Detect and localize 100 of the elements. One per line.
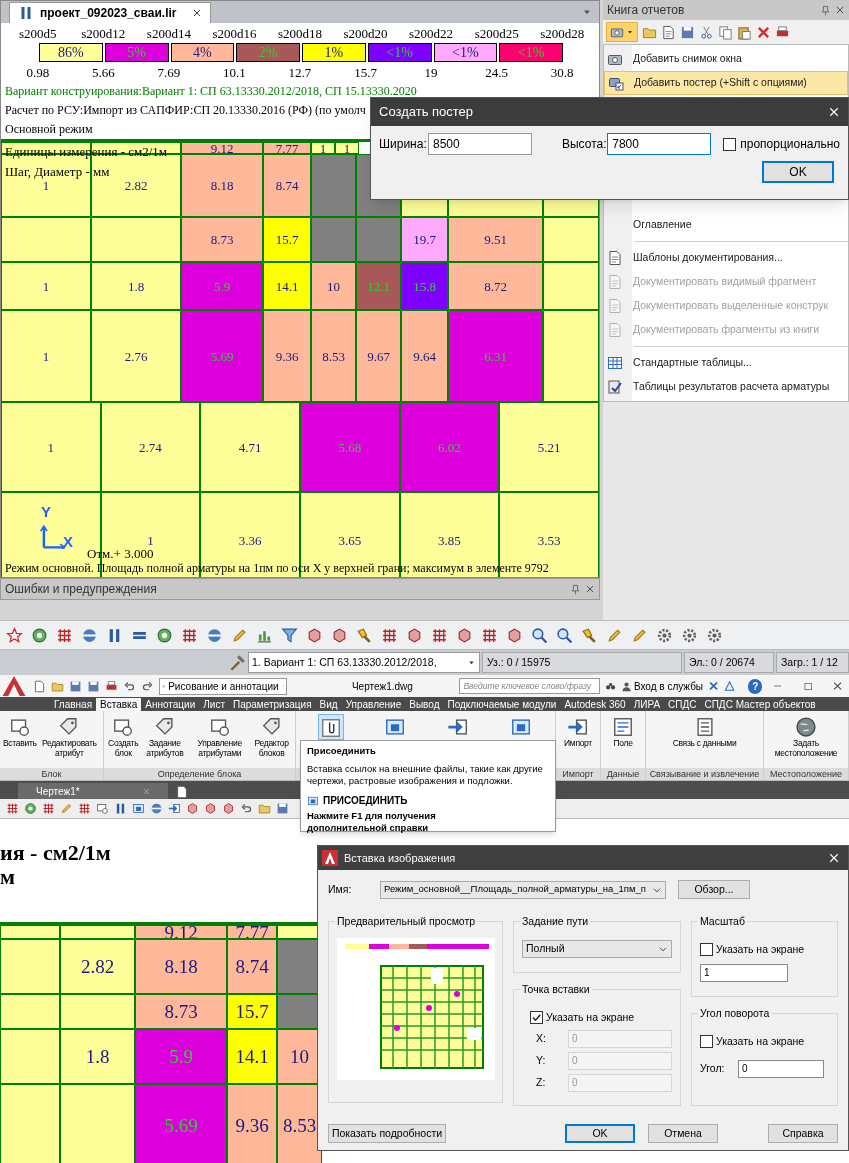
pin-icon[interactable] [570,583,581,595]
ribbon-tab[interactable]: Лист [199,698,229,711]
grid-icon[interactable] [78,802,91,815]
ribbon-tab[interactable]: Вставка [96,698,142,711]
search-field[interactable]: Введите ключевое слово/фразу [459,678,600,694]
menu-item[interactable]: Оглавление [604,213,848,237]
clipboard-icon[interactable] [737,24,752,40]
cancel-button[interactable]: Отмена [648,1124,718,1143]
document-icon[interactable] [661,24,676,40]
ribbon-button[interactable]: Задание атрибутов [140,714,190,758]
input-field[interactable]: 0 [738,1059,824,1078]
ribbon-button[interactable]: Редактор блоков [250,714,293,758]
flashlight-icon[interactable] [356,626,373,644]
redo-icon[interactable] [140,679,154,693]
menu-item[interactable]: Таблицы результатов расчета арматуры [604,375,848,399]
cube-icon[interactable] [186,802,199,815]
ribbon-button[interactable]: Поле [611,714,635,748]
binoculars-icon[interactable] [604,680,616,692]
browse-button[interactable]: Обзор... [678,880,750,899]
ribbon-button[interactable]: Связь с данными [671,714,738,748]
ribbon-button[interactable] [317,714,344,740]
cube-icon[interactable] [222,802,235,815]
target-icon[interactable] [31,626,48,644]
undo-icon[interactable] [240,802,253,815]
grid-icon[interactable] [56,626,73,644]
close-icon[interactable] [585,584,595,594]
cube-icon[interactable] [506,626,523,644]
new-document-icon[interactable] [32,679,46,693]
number-field[interactable]: 8500 [428,133,532,155]
ribbon-button[interactable]: Создать блок [106,714,141,758]
pencil-icon[interactable] [231,626,248,644]
grid-icon[interactable] [431,626,448,644]
menu-item[interactable]: Шаблоны документирования... [604,246,848,270]
checkbox[interactable] [700,943,713,957]
maximize-icon[interactable] [802,680,813,692]
flashlight-icon[interactable] [581,626,598,644]
image-frame-icon[interactable] [132,802,145,815]
checkbox[interactable] [723,137,737,151]
checkbox[interactable] [530,1011,543,1025]
workspace-dropdown[interactable]: Рисование и аннотации [158,677,287,695]
menu-item[interactable]: Добавить снимок окна [604,47,848,71]
close-icon[interactable] [835,5,845,15]
triangle-icon[interactable] [724,680,736,692]
pencil-icon[interactable] [631,626,648,644]
ribbon-tab[interactable]: Аннотации [141,698,200,711]
close-icon[interactable] [831,680,843,692]
name-dropdown[interactable]: Режим_основной__Площадь_полной_арматуры_на_1пм_п [380,880,666,899]
ribbon-button[interactable]: Редактировать атрибут [37,714,101,758]
search-icon[interactable] [531,626,548,644]
undo-icon[interactable] [122,679,136,693]
details-button[interactable]: Показать подробности [328,1124,446,1143]
grid-icon[interactable] [6,802,19,815]
ribbon-button[interactable]: Управление атрибутами [189,714,251,758]
ribbon-tab[interactable]: Управление [341,698,406,711]
ribbon-tab[interactable]: Autodesk 360 [560,698,630,711]
ribbon-button[interactable]: Вставить [2,714,38,748]
new-tab-icon[interactable] [174,785,190,799]
document-tab[interactable]: проект_092023_сваи.lir [9,2,212,23]
printer-icon[interactable] [104,679,118,693]
input-field[interactable]: 1 [700,963,788,982]
ribbon-tab[interactable]: СПДС Мастер объектов [700,698,820,711]
copy-icon[interactable] [718,24,733,40]
path-dropdown[interactable]: Полный [522,940,672,958]
scissors-icon[interactable] [699,24,714,40]
cube-icon[interactable] [331,626,348,644]
star-icon[interactable] [6,626,23,644]
search-icon[interactable] [556,626,573,644]
grid-icon[interactable] [481,626,498,644]
ribbon-button[interactable]: Задать местоположение [766,714,846,758]
add-snapshot-button[interactable] [606,22,638,42]
grid-icon[interactable] [381,626,398,644]
help-button[interactable]: Справка [768,1124,838,1143]
bars-icon[interactable] [114,802,127,815]
target-icon[interactable] [24,802,37,815]
ribbon-tab[interactable]: СПДС [664,698,701,711]
block-icon[interactable] [96,802,109,815]
cube-icon[interactable] [204,802,217,815]
ok-button[interactable]: OK [565,1124,635,1143]
x-shape-icon[interactable] [708,680,720,692]
menu-item[interactable]: Стандартные таблицы... [604,351,848,375]
ribbon-tab[interactable]: Вывод [405,698,444,711]
cube-icon[interactable] [406,626,423,644]
ribbon-tab[interactable]: Вид [315,698,342,711]
variant-dropdown[interactable]: 1. Вариант 1: СП 63.13330.2012/2018, [248,652,480,673]
ok-button[interactable]: OK [762,161,834,183]
hammer-icon[interactable] [228,653,246,672]
ribbon-button[interactable]: Импорт [563,714,593,748]
grid-icon[interactable] [42,802,55,815]
cube-icon[interactable] [456,626,473,644]
ribbon-tab[interactable]: Главная [50,698,97,711]
document-tab[interactable]: Чертеж1* [18,783,168,799]
help-button[interactable]: ? [748,678,763,694]
cube-icon[interactable] [306,626,323,644]
sign-in-button[interactable]: Вход в службы [620,678,704,694]
target-icon[interactable] [156,626,173,644]
number-field[interactable]: 7800 [607,133,712,155]
pin-icon[interactable] [820,4,831,16]
filter-icon[interactable] [281,626,298,644]
grid-icon[interactable] [181,626,198,644]
checkbox[interactable] [700,1035,713,1049]
